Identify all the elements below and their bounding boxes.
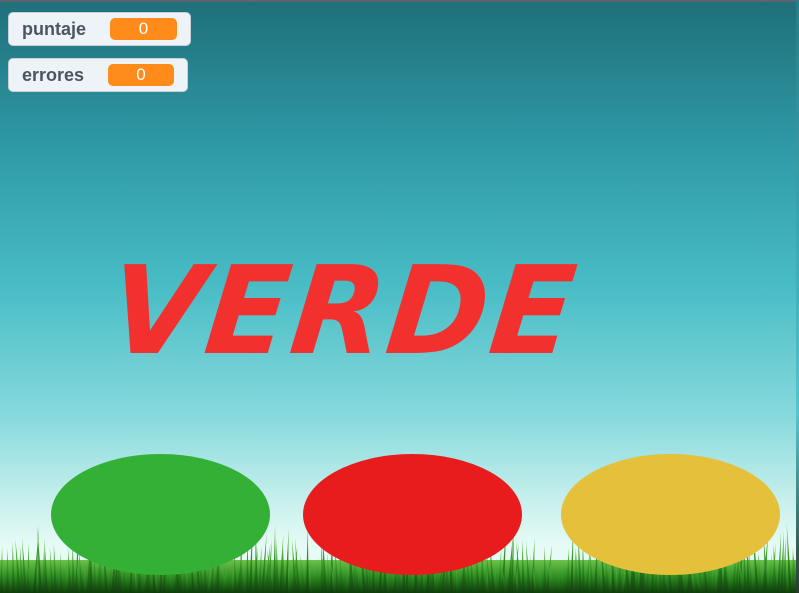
yellow-oval-button[interactable]: [561, 454, 780, 575]
green-oval-button[interactable]: [51, 454, 270, 575]
errors-value: 0: [108, 64, 174, 86]
score-value: 0: [110, 18, 177, 40]
errors-label: errores: [22, 64, 85, 85]
score-label: puntaje: [22, 18, 87, 39]
stage-top-border: [0, 0, 799, 2]
game-stage: puntaje 0 errores 0 VERDE: [0, 0, 799, 593]
score-monitor: puntaje 0: [8, 12, 191, 46]
grass-blade: [273, 524, 276, 593]
color-word-prompt: VERDE: [102, 240, 584, 382]
errors-monitor: errores 0: [8, 58, 188, 92]
red-oval-button[interactable]: [303, 454, 522, 575]
